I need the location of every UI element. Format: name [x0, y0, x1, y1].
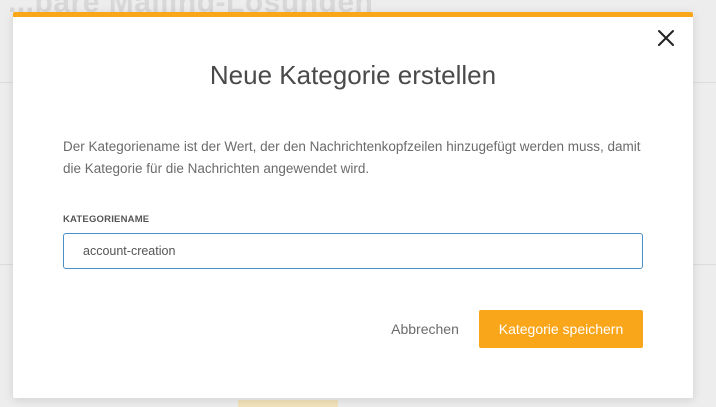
- cancel-button[interactable]: Abbrechen: [384, 310, 466, 348]
- save-category-button[interactable]: Kategorie speichern: [479, 310, 643, 348]
- modal-accent-bar: [13, 12, 693, 17]
- category-name-input[interactable]: [63, 233, 643, 269]
- modal-description: Der Kategoriename ist der Wert, der den …: [63, 139, 641, 176]
- close-button[interactable]: [656, 28, 676, 48]
- background-button: [238, 400, 338, 407]
- modal-title: Neue Kategorie erstellen: [209, 60, 497, 90]
- category-name-label: KATEGORIENAME: [63, 214, 150, 225]
- close-icon: [658, 30, 674, 46]
- create-category-modal: Neue Kategorie erstellen Der Kategoriena…: [13, 12, 693, 398]
